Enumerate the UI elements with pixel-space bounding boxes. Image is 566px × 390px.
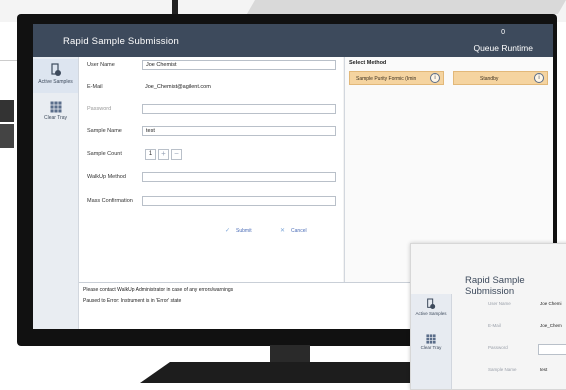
user-name-label: User Name (488, 301, 511, 306)
status-message: Please contact WalkUp Administrator in c… (83, 287, 234, 293)
walkup-method-field[interactable] (142, 172, 336, 182)
sample-name-label: Sample Name (488, 367, 517, 372)
close-icon: ✕ (280, 228, 286, 234)
sidebar-item-clear-tray[interactable]: Clear Tray (411, 334, 451, 350)
method-card-standby[interactable]: Standby i (453, 71, 548, 85)
sidebar-item-label: Active Samples (38, 79, 73, 85)
walkup-method-label: WalkUp Method (87, 174, 126, 180)
sample-vial-icon (427, 298, 436, 309)
tray-grid-icon (49, 101, 62, 113)
sidebar: Active Samples Clear Tray (33, 57, 79, 329)
second-app-window: Rapid Sample Submission Active Samples C… (410, 243, 566, 390)
decrement-button[interactable]: − (171, 149, 182, 160)
sample-count-label: Sample Count (87, 151, 122, 157)
check-icon: ✓ (225, 228, 231, 234)
email-value: Joe_Chem (540, 323, 562, 328)
submit-button[interactable]: ✓ Submit (225, 227, 252, 234)
email-value: Joe_Chemist@agilent.com (145, 84, 211, 90)
password-label: Password (87, 106, 112, 112)
background-left-block-2 (0, 124, 14, 148)
app-header: Rapid Sample Submission 0 Queue Runtime (33, 24, 553, 57)
info-icon[interactable]: i (534, 73, 544, 83)
method-card-purity[interactable]: Sample Purity Formic (Imin i (349, 71, 444, 85)
sample-name-field[interactable]: test (142, 126, 336, 136)
password-label: Password (488, 345, 508, 350)
sidebar-item-active-samples[interactable]: Active Samples (411, 298, 451, 316)
method-label: Sample Purity Formic (Imin (356, 76, 417, 82)
cancel-label: Cancel (291, 228, 307, 234)
background-left-block (0, 100, 14, 122)
submit-label: Submit (236, 228, 252, 234)
password-field[interactable] (142, 104, 336, 114)
info-icon[interactable]: i (430, 73, 440, 83)
user-name-value: Joe Chemi (540, 301, 562, 306)
increment-button[interactable]: + (158, 149, 169, 160)
submission-form: User Name Joe Chemist E-Mail Joe_Chemist… (79, 57, 343, 282)
email-label: E-Mail (87, 84, 103, 90)
sidebar-item-clear-tray[interactable]: Clear Tray (33, 97, 78, 127)
sample-name-label: Sample Name (87, 128, 122, 134)
sidebar-item-active-samples[interactable]: Active Samples (33, 59, 78, 93)
user-name-label: User Name (87, 62, 115, 68)
background-stand-pole (172, 0, 178, 14)
second-window-title: Rapid Sample Submission (465, 275, 525, 297)
sidebar-item-label: Clear Tray (420, 345, 442, 350)
sample-vial-icon (50, 63, 61, 76)
sidebar-item-label: Clear Tray (43, 115, 68, 121)
queue-runtime-label: Queue Runtime (473, 43, 533, 53)
background-dark-stripe (246, 0, 566, 14)
select-method-title: Select Method (349, 60, 387, 66)
sample-count-value[interactable]: 1 (145, 149, 156, 160)
sample-name-value: test (540, 367, 548, 372)
queue-count: 0 (501, 29, 505, 36)
sidebar-item-label: Active Samples (415, 311, 447, 316)
monitor-stand-base (140, 362, 440, 383)
status-message: Paused to Error: Instrument is in 'Error… (83, 298, 182, 304)
password-field[interactable] (538, 344, 566, 355)
second-window-sidebar: Active Samples Clear Tray (411, 294, 452, 389)
mass-confirmation-label: Mass Confirmation (87, 198, 133, 204)
tray-grid-icon (426, 334, 436, 344)
mass-confirmation-field[interactable] (142, 196, 336, 206)
email-label: E-Mail (488, 323, 501, 328)
cancel-button[interactable]: ✕ Cancel (280, 227, 307, 234)
app-title: Rapid Sample Submission (63, 36, 180, 47)
background-line (0, 60, 18, 61)
method-label: Standby (480, 76, 499, 82)
user-name-field[interactable]: Joe Chemist (142, 60, 336, 70)
